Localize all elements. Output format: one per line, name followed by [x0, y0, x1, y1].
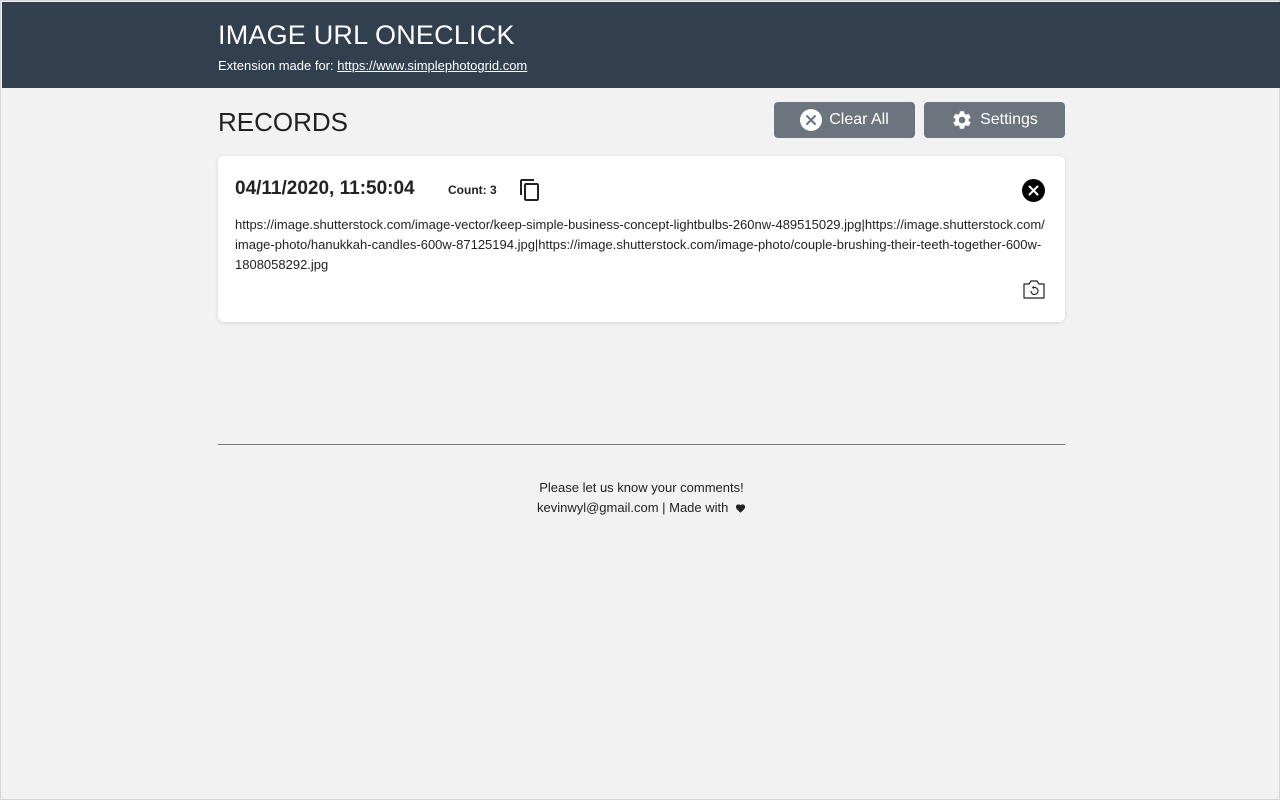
footer-divider [218, 444, 1065, 445]
record-card: 04/11/2020, 11:50:04 Count: 3 https://im… [218, 156, 1065, 322]
footer-contact: kevinwyl@gmail.com | Made with [218, 498, 1065, 519]
restore-image-icon[interactable] [1022, 278, 1046, 300]
settings-button[interactable]: Settings [924, 102, 1065, 138]
footer: Please let us know your comments! kevinw… [218, 478, 1065, 519]
app-title: IMAGE URL ONECLICK [218, 20, 515, 50]
clear-all-label: Clear All [829, 111, 889, 128]
clear-all-button[interactable]: Clear All [774, 102, 915, 138]
close-circle-icon [800, 109, 823, 131]
app-header: IMAGE URL ONECLICK Extension made for: h… [2, 2, 1280, 88]
footer-comments-text: Please let us know your comments! [539, 480, 744, 495]
settings-label: Settings [980, 111, 1038, 128]
gear-icon [951, 109, 973, 131]
record-count: Count: 3 [448, 183, 497, 197]
subtitle-prefix: Extension made for: [218, 58, 338, 73]
footer-contact-text: kevinwyl@gmail.com | Made with [536, 500, 729, 515]
heart-icon [735, 499, 746, 519]
app-subtitle: Extension made for: https://www.simpleph… [218, 58, 527, 74]
delete-record-icon[interactable] [1022, 179, 1045, 202]
website-link[interactable]: https://www.simplephotogrid.com [337, 58, 527, 73]
record-urls: https://image.shutterstock.com/image-vec… [235, 217, 1045, 272]
record-datetime: 04/11/2020, 11:50:04 [235, 178, 415, 199]
records-title: RECORDS [218, 107, 349, 137]
copy-icon[interactable] [518, 178, 542, 202]
